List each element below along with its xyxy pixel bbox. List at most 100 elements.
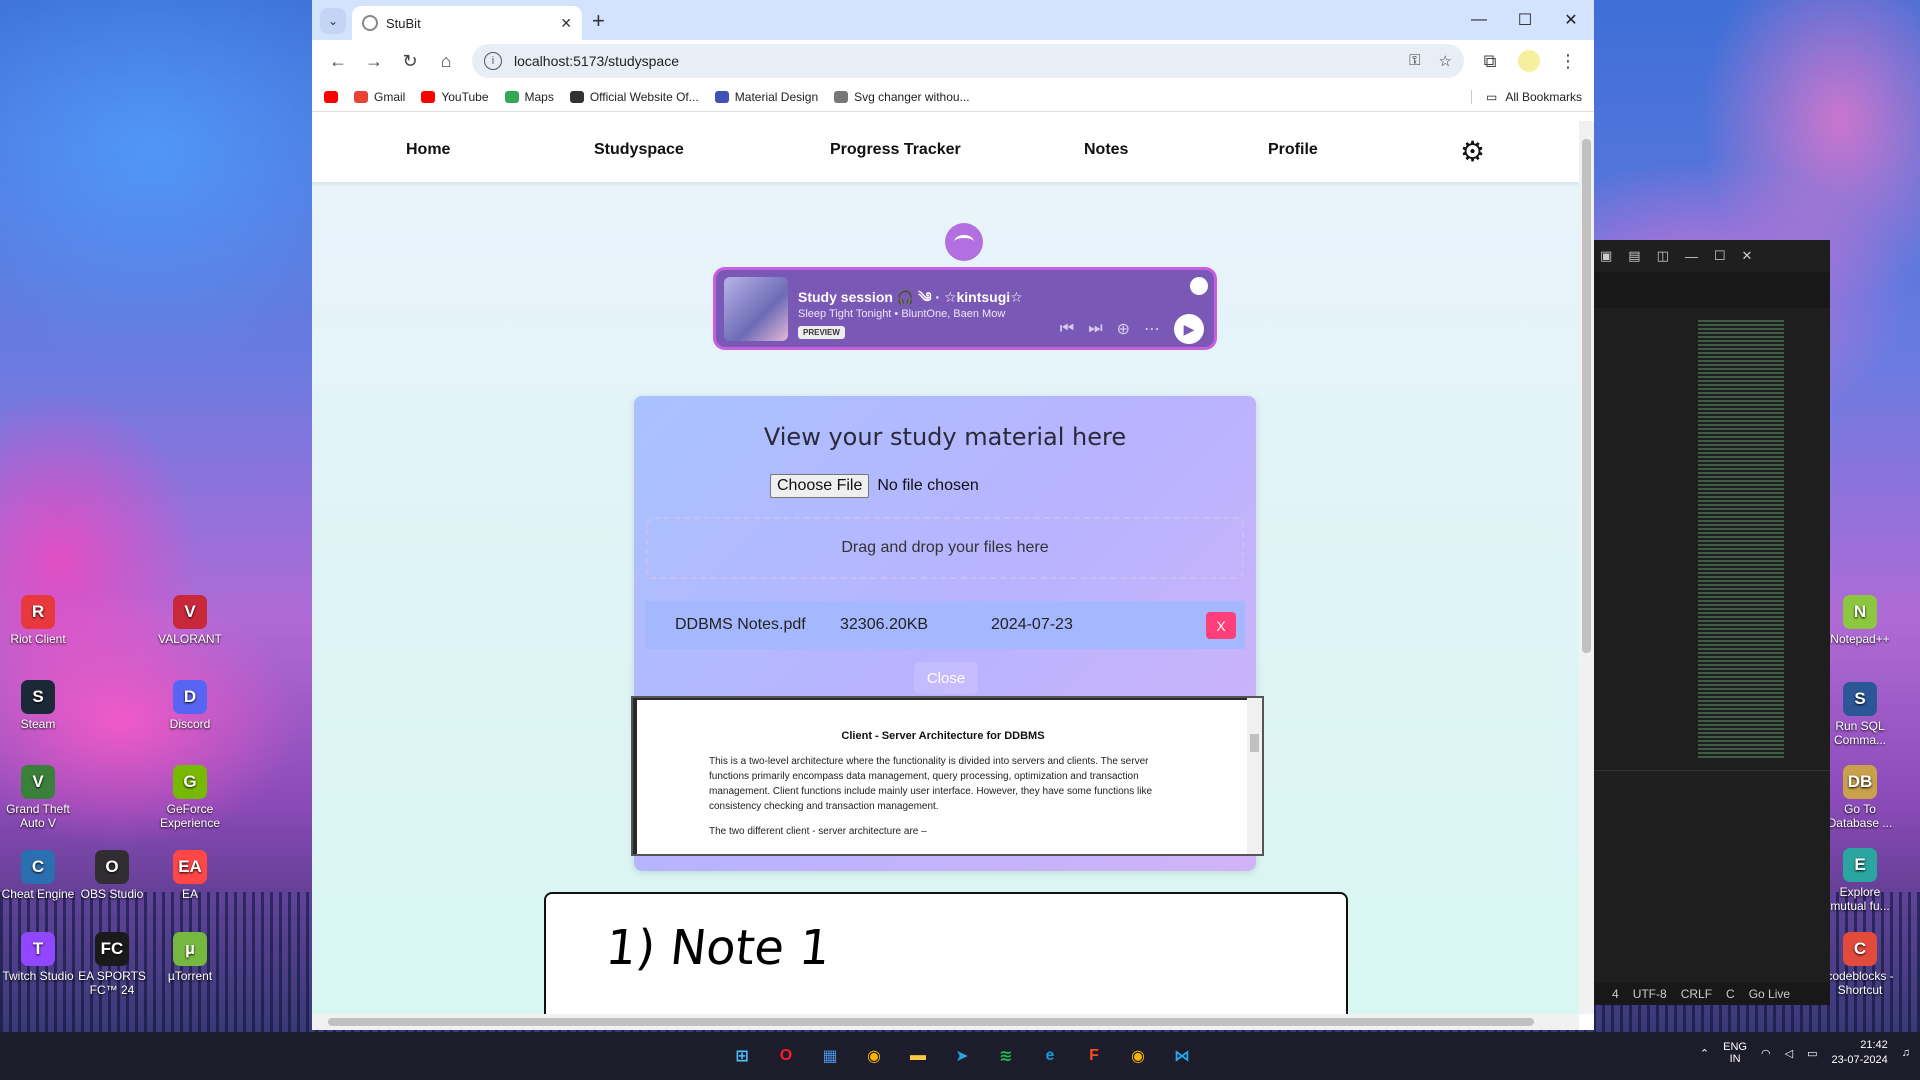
back-button[interactable]: ←	[320, 43, 356, 79]
taskbar-app-icon[interactable]: ➤	[946, 1040, 978, 1072]
bookmark-item[interactable]: Maps	[504, 90, 554, 104]
horizontal-scroll-thumb[interactable]	[328, 1018, 1534, 1026]
address-bar[interactable]: i localhost:5173/studyspace ⚿ ☆	[472, 44, 1464, 78]
desktop-icon[interactable]: V Grand Theft Auto V	[0, 765, 78, 830]
desktop-icon[interactable]: µ µTorrent	[150, 932, 230, 983]
desktop-icon[interactable]: T Twitch Studio	[0, 932, 78, 983]
vscode-panel-bar[interactable]	[1594, 770, 1830, 796]
battery-icon[interactable]: ▭	[1807, 1047, 1817, 1060]
layout-icon[interactable]: ▣	[1600, 248, 1612, 264]
clock[interactable]: 21:42 23-07-2024	[1831, 1038, 1887, 1068]
desktop-icon[interactable]: S Steam	[0, 680, 78, 731]
taskbar-app-icon[interactable]: e	[1034, 1040, 1066, 1072]
taskbar-app-icon[interactable]: ◉	[858, 1040, 890, 1072]
reload-button[interactable]: ↻	[392, 43, 428, 79]
panel-icon[interactable]: ▤	[1628, 248, 1640, 264]
desktop-icon[interactable]: EA EA	[150, 850, 230, 901]
vscode-minimap[interactable]	[1698, 320, 1784, 760]
taskbar-app-icon[interactable]: O	[770, 1040, 802, 1072]
status-eol[interactable]: CRLF	[1681, 987, 1712, 1001]
url-text[interactable]: localhost:5173/studyspace	[514, 53, 679, 69]
play-button[interactable]: ▶	[1174, 314, 1204, 344]
desktop-icon[interactable]: G GeForce Experience	[150, 765, 230, 830]
desktop-icon[interactable]: O OBS Studio	[72, 850, 152, 901]
close-preview-button[interactable]: Close	[914, 662, 978, 694]
all-bookmarks-button[interactable]: ▭ All Bookmarks	[1470, 89, 1582, 104]
drag-drop-zone[interactable]: Drag and drop your files here	[646, 517, 1244, 579]
desktop-icon[interactable]: E Explore mutual fu...	[1820, 848, 1900, 913]
desktop-icon[interactable]: N Notepad++	[1820, 595, 1900, 646]
profile-avatar[interactable]	[1518, 50, 1540, 72]
bookmark-item[interactable]: Svg changer withou...	[834, 90, 970, 104]
key-icon[interactable]: ⚿	[1409, 52, 1420, 70]
star-icon[interactable]: ☆	[1439, 52, 1452, 70]
maximize-icon[interactable]: ☐	[1714, 248, 1726, 264]
file-input[interactable]: Choose File No file chosen	[770, 474, 979, 498]
chevron-up-icon[interactable]: ⌃	[1700, 1047, 1709, 1060]
pdf-scrollbar[interactable]	[1247, 698, 1262, 854]
bookmark-item[interactable]: Official Website Of...	[569, 90, 699, 104]
close-icon[interactable]: ✕	[560, 15, 572, 32]
playlist-cover-art[interactable]	[724, 277, 788, 341]
page-vertical-scrollbar[interactable]	[1579, 121, 1594, 1014]
desktop-icon[interactable]: C Cheat Engine	[0, 850, 78, 901]
vscode-window[interactable]: ▣ ▤ ◫ — ☐ ✕ 4 UTF-8 CRLF C Go Live	[1594, 240, 1830, 1005]
close-icon[interactable]: ✕	[1548, 0, 1594, 40]
minimize-icon[interactable]: —	[1685, 249, 1698, 264]
previous-track-icon[interactable]: ⏮	[1060, 320, 1074, 338]
notification-bell-icon[interactable]: ♫	[1902, 1047, 1910, 1059]
close-icon[interactable]: ✕	[1742, 248, 1753, 264]
vscode-titlebar[interactable]: ▣ ▤ ◫ — ☐ ✕	[1594, 240, 1830, 272]
home-button[interactable]: ⌂	[428, 43, 464, 79]
pdf-scroll-thumb[interactable]	[1250, 734, 1259, 752]
tab-stubit[interactable]: StuBit ✕	[352, 6, 582, 40]
nav-notes[interactable]: Notes	[1084, 141, 1128, 159]
forward-button[interactable]: →	[356, 43, 392, 79]
desktop-icon[interactable]: R Riot Client	[0, 595, 78, 646]
taskbar-app-icon[interactable]: F	[1078, 1040, 1110, 1072]
menu-button[interactable]: ⋮	[1550, 43, 1586, 79]
taskbar-app-icon[interactable]: ⊞	[726, 1040, 758, 1072]
bookmark-item[interactable]: Material Design	[714, 90, 818, 104]
status-go-live[interactable]: Go Live	[1749, 987, 1790, 1001]
desktop-icon[interactable]: DB Go To Database ...	[1820, 765, 1900, 830]
uploaded-file-row[interactable]: DDBMS Notes.pdf 32306.20KB 2024-07-23 X	[645, 601, 1245, 649]
page-horizontal-scrollbar[interactable]	[312, 1014, 1579, 1030]
desktop-icon[interactable]: Ccodeblocks - Shortcut	[1820, 932, 1900, 997]
vertical-scroll-thumb[interactable]	[1582, 139, 1591, 653]
nav-profile[interactable]: Profile	[1268, 141, 1318, 159]
theme-toggle-gear-icon[interactable]: ⚙	[1460, 135, 1485, 168]
bookmark-item[interactable]	[324, 90, 338, 103]
desktop-icon[interactable]: V VALORANT	[150, 595, 230, 646]
spotify-icon[interactable]	[1190, 277, 1208, 295]
new-tab-button[interactable]: +	[592, 8, 605, 34]
choose-file-button[interactable]: Choose File	[770, 474, 870, 498]
add-circle-icon[interactable]: ⊕	[1117, 319, 1130, 339]
tab-search-button[interactable]: ⌄	[320, 8, 346, 34]
nav-progress-tracker[interactable]: Progress Tracker	[830, 141, 961, 159]
minimize-icon[interactable]: —	[1456, 0, 1502, 40]
status-language[interactable]: C	[1726, 987, 1735, 1001]
remove-file-button[interactable]: X	[1206, 612, 1236, 639]
taskbar-app-icon[interactable]: ▬	[902, 1040, 934, 1072]
note-drawing-canvas[interactable]: 1) Note 1	[544, 892, 1348, 1014]
wifi-icon[interactable]: ◠	[1761, 1047, 1771, 1060]
desktop-icon[interactable]: FC EA SPORTS FC™ 24	[72, 932, 152, 997]
pdf-viewer[interactable]: Client - Server Architecture for DDBMS T…	[631, 696, 1264, 856]
bookmark-item[interactable]: Gmail	[354, 90, 405, 104]
desktop-icon[interactable]: S Run SQL Comma...	[1820, 682, 1900, 747]
bookmark-item[interactable]: YouTube	[421, 90, 489, 104]
track-subtitle[interactable]: Sleep Tight Tonight • BluntOne, Baen Mow	[798, 308, 1005, 320]
next-track-icon[interactable]: ⏭	[1088, 320, 1102, 338]
taskbar-app-icon[interactable]: ⋈	[1166, 1040, 1198, 1072]
volume-icon[interactable]: ◁	[1785, 1047, 1793, 1060]
status-encoding[interactable]: UTF-8	[1633, 987, 1667, 1001]
taskbar-app-icon[interactable]: ▦	[814, 1040, 846, 1072]
extensions-button[interactable]: ⧉	[1472, 43, 1508, 79]
nav-home[interactable]: Home	[406, 141, 450, 159]
taskbar-app-icon[interactable]: ≋	[990, 1040, 1022, 1072]
file-name[interactable]: DDBMS Notes.pdf	[675, 616, 806, 634]
spotify-player-embed[interactable]: Study session 🎧 ༄ · ☆kintsugi☆ Sleep Tig…	[713, 267, 1217, 350]
taskbar-app-icon[interactable]: ◉	[1122, 1040, 1154, 1072]
split-icon[interactable]: ◫	[1657, 248, 1669, 264]
